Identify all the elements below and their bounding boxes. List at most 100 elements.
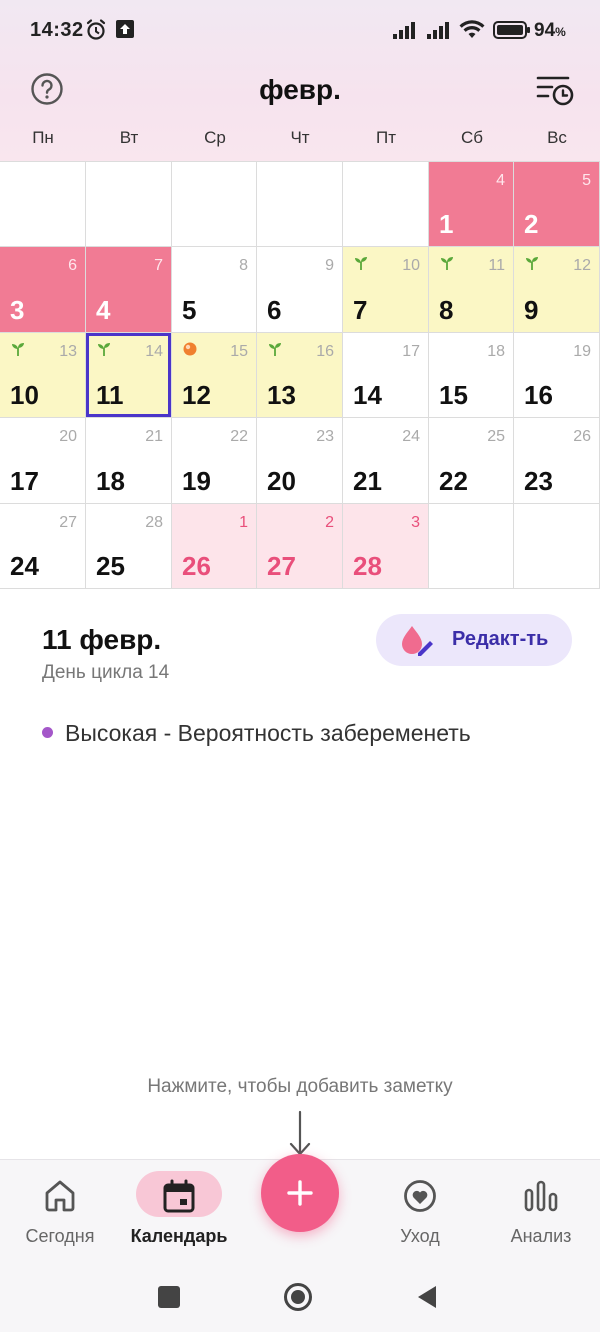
cycle-day-number: 14 (145, 343, 163, 360)
cycle-day-number: 8 (239, 257, 248, 274)
nav-care[interactable]: Уход (360, 1160, 480, 1260)
weekday-thu: Чт (290, 128, 310, 147)
signal-icon (426, 20, 454, 46)
wifi-icon (459, 20, 485, 46)
date-number: 10 (10, 380, 39, 410)
cycle-day-number: 16 (316, 343, 334, 360)
date-number: 14 (353, 380, 382, 410)
calendar-day-cell[interactable]: 28 25 (86, 504, 172, 589)
calendar-day-cell[interactable]: 26 23 (514, 418, 600, 504)
cycle-day-number: 10 (402, 257, 420, 274)
date-number: 20 (267, 466, 296, 496)
calendar-day-cell[interactable]: 2 27 (257, 504, 343, 589)
status-time: 14:32 (30, 19, 84, 41)
drop-pencil-icon (402, 626, 433, 656)
cycle-history-button[interactable] (536, 72, 576, 108)
arrow-down-icon (289, 1110, 311, 1156)
nav-calendar[interactable]: Календарь (119, 1160, 239, 1260)
calendar-day-cell[interactable]: 18 15 (429, 333, 514, 418)
date-number: 23 (524, 466, 553, 496)
list-clock-icon (536, 76, 574, 106)
calendar-icon (163, 1179, 195, 1213)
calendar-day-cell[interactable]: 12 9 (514, 247, 600, 333)
cycle-day-number: 13 (59, 343, 77, 360)
calendar-day-cell[interactable]: 27 24 (0, 504, 86, 589)
calendar-day-cell[interactable]: 21 18 (86, 418, 172, 504)
calendar-day-cell[interactable]: 22 19 (172, 418, 257, 504)
home-circle-icon[interactable] (283, 1282, 313, 1312)
add-note-fab[interactable] (261, 1154, 339, 1232)
sprout-icon (12, 343, 24, 356)
cycle-day-number: 26 (573, 428, 591, 445)
probability-text: Высокая - Вероятность забеременеть (65, 720, 471, 746)
date-number: 15 (439, 380, 468, 410)
home-icon (45, 1180, 75, 1212)
sprout-icon (441, 257, 453, 270)
month-title[interactable]: февр. (0, 74, 600, 106)
cycle-day-number: 12 (573, 257, 591, 274)
date-number: 18 (96, 466, 125, 496)
calendar-day-cell[interactable]: 96 (257, 247, 343, 333)
date-number: 27 (267, 551, 296, 581)
calendar-day-cell[interactable]: 20 17 (0, 418, 86, 504)
date-number: 22 (439, 466, 468, 496)
calendar-day-cell[interactable]: 16 13 (257, 333, 343, 418)
calendar-day-cell[interactable]: 15 12 (172, 333, 257, 418)
cycle-day-number: 11 (488, 257, 505, 274)
nav-today[interactable]: Сегодня (0, 1160, 120, 1260)
date-number: 26 (182, 551, 211, 581)
cycle-day-number: 21 (145, 428, 163, 445)
cycle-day-number: 15 (230, 343, 248, 360)
calendar-day-cell[interactable]: 14 11 (86, 333, 172, 418)
calendar-day-cell[interactable]: 41 (429, 161, 514, 247)
date-number: 1 (439, 209, 454, 239)
calendar-day-cell[interactable]: 19 16 (514, 333, 600, 418)
sprout-icon (269, 343, 281, 356)
probability-dot (42, 727, 53, 739)
date-number: 4 (96, 295, 111, 325)
edit-period-button[interactable]: Редакт-ть (376, 614, 572, 666)
nav-care-label: Уход (400, 1226, 440, 1246)
calendar-day-cell[interactable]: 85 (172, 247, 257, 333)
calendar-day-cell[interactable]: 74 (86, 247, 172, 333)
date-number: 25 (96, 551, 125, 581)
cycle-day-number: 24 (402, 428, 420, 445)
calendar-empty-cell (257, 161, 343, 247)
date-number: 16 (524, 380, 553, 410)
cycle-day-number: 17 (402, 343, 420, 360)
calendar-day-cell[interactable]: 52 (514, 161, 600, 247)
cycle-day-number: 18 (487, 343, 505, 360)
calendar-day-cell[interactable]: 17 14 (343, 333, 429, 418)
cycle-day-number: 25 (487, 428, 505, 445)
date-number: 6 (267, 295, 282, 325)
date-number: 24 (10, 551, 39, 581)
cycle-day-number: 28 (145, 514, 163, 531)
calendar-day-cell[interactable]: 63 (0, 247, 86, 333)
back-icon[interactable] (412, 1282, 442, 1312)
recents-icon[interactable] (154, 1282, 184, 1312)
calendar-empty-cell (172, 161, 257, 247)
signal-icon (392, 20, 420, 46)
pregnancy-probability: Высокая - Вероятность забеременеть (42, 720, 471, 747)
calendar-day-cell[interactable]: 25 22 (429, 418, 514, 504)
date-number: 9 (524, 295, 539, 325)
plus-icon (287, 1180, 313, 1206)
weekday-tue: Вт (119, 128, 139, 147)
weekday-fri: Пт (375, 128, 396, 147)
calendar-day-cell[interactable]: 24 21 (343, 418, 429, 504)
weekday-sat: Сб (460, 128, 483, 147)
selected-date: 11 февр. (42, 624, 162, 655)
date-number: 11 (96, 380, 124, 410)
date-number: 13 (267, 380, 296, 410)
date-number: 7 (353, 295, 368, 325)
weekday-wed: Ср (204, 128, 226, 147)
calendar-day-cell[interactable]: 11 8 (429, 247, 514, 333)
calendar-day-cell[interactable]: 1 26 (172, 504, 257, 589)
calendar-day-cell[interactable]: 23 20 (257, 418, 343, 504)
nav-analysis[interactable]: Анализ (481, 1160, 600, 1260)
bottom-navigation: Сегодня Календарь Уход Анализ (0, 1154, 600, 1260)
day-detail-panel: 11 февр. День цикла 14 Редакт-ть Высокая… (0, 590, 600, 770)
calendar-day-cell[interactable]: 3 28 (343, 504, 429, 589)
calendar-day-cell[interactable]: 13 10 (0, 333, 86, 418)
calendar-day-cell[interactable]: 10 7 (343, 247, 429, 333)
